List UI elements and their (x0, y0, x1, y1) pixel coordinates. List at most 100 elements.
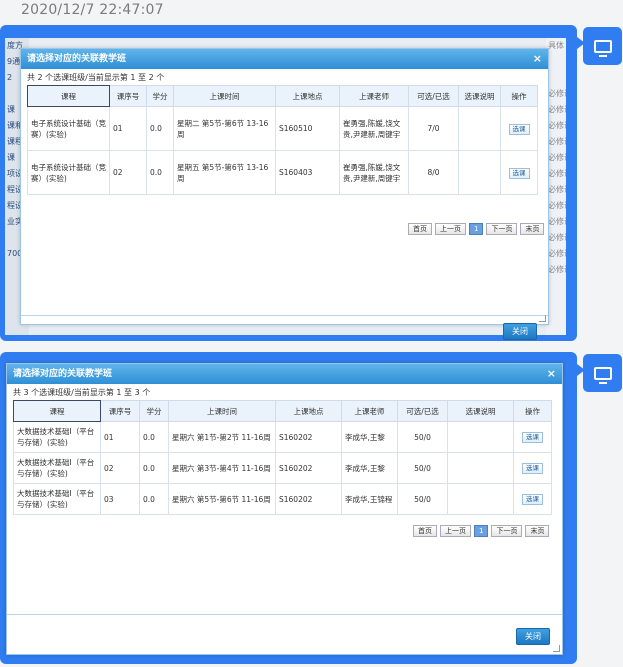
table-header: 课程 课序号 学分 上课时间 上课地点 上课老师 可选/已选 选课说明 操作 (27, 85, 538, 107)
cell-credit: 0.0 (146, 150, 174, 195)
page-button[interactable]: 首页 (408, 223, 432, 235)
cell-place: S160510 (275, 106, 340, 151)
close-icon[interactable]: × (547, 364, 556, 384)
column-header: 上课老师 (341, 400, 398, 422)
page-current[interactable]: 1 (469, 223, 484, 235)
cell-course: 大数据技术基础I（平台与存储）(实验) (13, 421, 101, 453)
background-cell: 必修课 (548, 185, 566, 194)
close-icon[interactable]: × (533, 49, 542, 69)
avatar[interactable] (583, 354, 622, 392)
background-cell: 必修课 (548, 121, 566, 130)
resize-handle[interactable] (553, 645, 560, 652)
cell-teacher: 李成华,王黎 (341, 452, 398, 484)
select-button[interactable]: 选课 (522, 463, 543, 474)
background-cell: 具体 (548, 41, 564, 50)
cell-course: 电子系统设计基础（竞赛）(实验) (27, 150, 110, 195)
page-button[interactable]: 首页 (413, 525, 437, 537)
column-header: 学分 (139, 400, 169, 422)
cell-avail: 7/0 (408, 106, 459, 151)
dialog-title: 请选择对应的关联教学班 × (21, 49, 548, 69)
cell-course: 大数据技术基础I（平台与存储）(实验) (13, 452, 101, 484)
page-button[interactable]: 末页 (525, 525, 550, 537)
cell-teacher: 李成华,王锦程 (341, 483, 398, 515)
cell-place: S160202 (275, 421, 342, 453)
column-header[interactable]: 课程 (27, 85, 110, 107)
background-cell: 必修课 (548, 265, 566, 274)
column-header: 上课地点 (275, 400, 342, 422)
cell-credit: 0.0 (139, 421, 169, 453)
cell-seq: 03 (100, 483, 140, 515)
cell-seq: 02 (109, 150, 147, 195)
cell-seq: 01 (109, 106, 147, 151)
action-cell: 选课 (500, 106, 538, 151)
background-cell: 必修课 (548, 201, 566, 210)
cell-credit: 0.0 (146, 106, 174, 151)
column-header: 学分 (146, 85, 174, 107)
select-button[interactable]: 选课 (522, 494, 543, 505)
table-row: 大数据技术基础I（平台与存储）(实验) 02 0.0 星期六 第3节-第4节 11-1… (13, 452, 552, 484)
message-bubble-2: 请选择对应的关联教学班 × 共 3 个选课班级/当前显示第 1 至 3 个 课程… (0, 352, 585, 664)
background-right-column: 具体必修课必修课必修课必修课必修课必修课必修课必修课必修课必修课必修课必修课 (546, 38, 566, 335)
dialog-info: 共 2 个选课班级/当前显示第 1 至 2 个 (27, 73, 165, 82)
resize-handle[interactable] (539, 315, 546, 322)
table-row: 大数据技术基础I（平台与存储）(实验) 03 0.0 星期六 第5节-第6节 11-1… (13, 483, 552, 515)
cell-teacher: 崔勇强,陈媛,饶文贵,尹建新,周键宇 (339, 106, 409, 151)
table-row: 电子系统设计基础（竞赛）(实验) 01 0.0 星期二 第5节-第6节 13-16周 S… (27, 106, 538, 151)
cell-seq: 02 (100, 452, 140, 484)
background-cell: 必修课 (548, 249, 566, 258)
page-button[interactable]: 上一页 (435, 223, 466, 235)
message-timestamp: 2020/12/7 22:47:07 (21, 2, 164, 18)
column-header: 选课说明 (458, 85, 501, 107)
column-header: 上课时间 (173, 85, 276, 107)
column-header: 上课老师 (339, 85, 409, 107)
column-header: 上课时间 (168, 400, 276, 422)
cell-avail: 8/0 (408, 150, 459, 195)
column-header: 操作 (500, 85, 538, 107)
cell-seq: 01 (100, 421, 140, 453)
column-header[interactable]: 课程 (13, 400, 101, 422)
cell-place: S160202 (275, 483, 342, 515)
page-button[interactable]: 上一页 (440, 525, 471, 537)
cell-note (458, 150, 501, 195)
monitor-icon (593, 366, 612, 384)
cell-credit: 0.0 (139, 483, 169, 515)
avatar[interactable] (583, 27, 622, 65)
column-header: 课序号 (100, 400, 140, 422)
cell-avail: 50/0 (397, 421, 448, 453)
background-cell: 必修课 (548, 105, 566, 114)
pagination: 首页 上一页 1 下一页 末页 (408, 223, 545, 235)
page-current[interactable]: 1 (474, 525, 489, 537)
page-button[interactable]: 下一页 (491, 525, 523, 537)
cell-time: 星期六 第1节-第2节 11-16周 (168, 421, 276, 453)
close-button[interactable]: 关闭 (503, 323, 537, 340)
select-button[interactable]: 选课 (522, 432, 543, 443)
cell-time: 星期五 第5节-第6节 13-16周 (173, 150, 276, 195)
class-table: 课程 课序号 学分 上课时间 上课地点 上课老师 可选/已选 选课说明 操作 电子系统设计基础（… (27, 85, 538, 195)
cell-credit: 0.0 (139, 452, 169, 484)
background-cell (546, 70, 566, 86)
relation-class-dialog: 请选择对应的关联教学班 × 共 2 个选课班级/当前显示第 1 至 2 个 课程… (20, 48, 549, 340)
background-cell: 必修课 (548, 217, 566, 226)
cell-time: 星期二 第5节-第6节 13-16周 (173, 106, 276, 151)
cell-note (447, 421, 514, 453)
select-button[interactable]: 选课 (508, 167, 530, 179)
dialog-title: 请选择对应的关联教学班 × (7, 364, 562, 384)
cell-teacher: 崔勇强,陈媛,饶文贵,尹建新,周键宇 (339, 150, 409, 195)
cell-avail: 50/0 (397, 452, 448, 484)
select-button[interactable]: 选课 (508, 123, 530, 135)
action-cell: 选课 (513, 421, 552, 453)
cell-avail: 50/0 (397, 483, 448, 515)
page-button[interactable]: 末页 (520, 223, 545, 235)
cell-course: 电子系统设计基础（竞赛）(实验) (27, 106, 110, 151)
background-cell: 必修课 (548, 153, 566, 162)
page-button[interactable]: 下一页 (486, 223, 518, 235)
close-button[interactable]: 关闭 (516, 628, 550, 645)
column-header: 可选/已选 (397, 400, 448, 422)
action-cell: 选课 (513, 483, 552, 515)
cell-time: 星期六 第3节-第4节 11-16周 (168, 452, 276, 484)
action-cell: 选课 (513, 452, 552, 484)
table-row: 电子系统设计基础（竞赛）(实验) 02 0.0 星期五 第5节-第6节 13-16周 S… (27, 150, 538, 195)
column-header: 操作 (513, 400, 552, 422)
dialog-footer (21, 315, 548, 316)
cell-teacher: 李成华,王黎 (341, 421, 398, 453)
